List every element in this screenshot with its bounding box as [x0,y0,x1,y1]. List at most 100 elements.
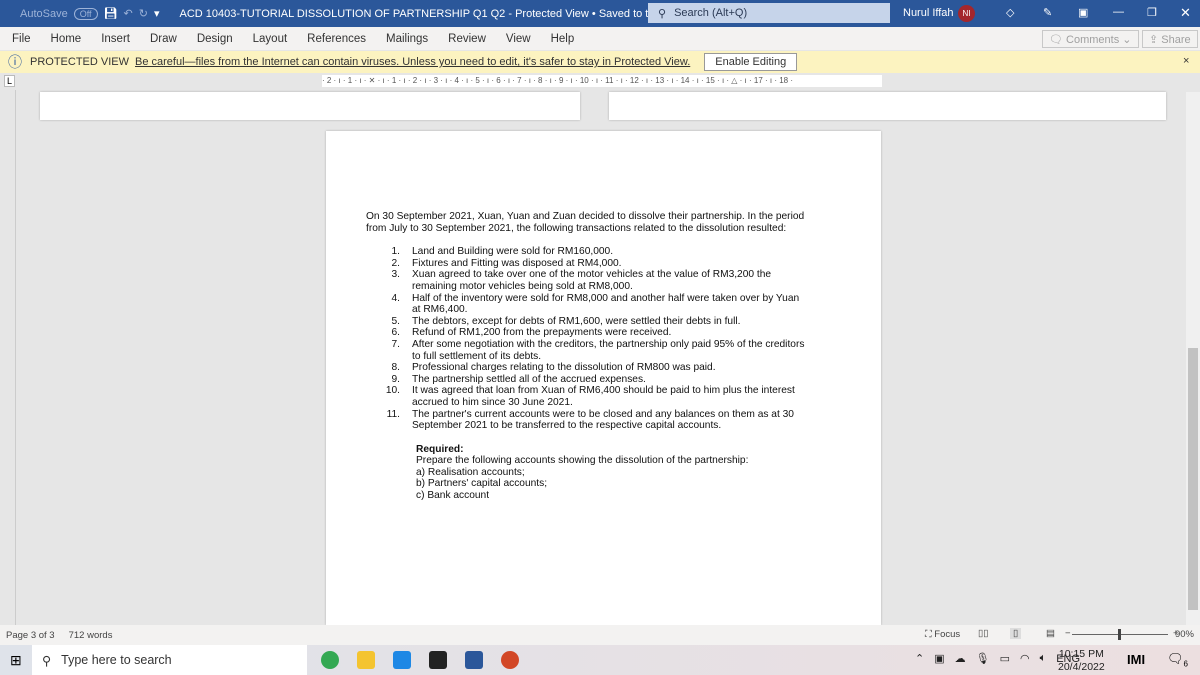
pen-icon[interactable]: ✎ [1043,6,1052,19]
zoom-out-icon[interactable]: − [1065,628,1071,639]
customize-icon[interactable]: ▾ [154,7,160,20]
tab-layout[interactable]: Layout [253,33,288,45]
vertical-scrollbar[interactable] [1186,92,1200,625]
zoom-level[interactable]: 90% [1175,629,1194,640]
save-icon[interactable]: 💾︎ [104,7,118,20]
close-icon[interactable]: ✕ [1180,5,1191,21]
horizontal-ruler[interactable]: · 2 · ı · 1 · ı · ✕ · ı · 1 · ı · 2 · ı … [322,75,882,87]
read-mode-icon[interactable]: ▯▯ [978,628,988,639]
list-item: 6. Refund of RM1,200 from the prepayments… [366,327,806,339]
title-bar: AutoSave Off 💾︎ ↶ ↻ ▾ ACD 10403-TUTORIAL… [0,0,1200,27]
word-icon[interactable] [465,651,483,669]
search-input[interactable]: ⚲ Search (Alt+Q) [648,3,890,23]
restore-icon[interactable]: ❐ [1147,6,1157,19]
powerpoint-icon[interactable] [501,651,519,669]
battery-icon[interactable]: ▭ [1000,652,1010,665]
webex-icon[interactable] [429,651,447,669]
file-explorer-icon[interactable] [357,651,375,669]
autosave-toggle[interactable]: Off [73,7,98,20]
required-heading: Required: [416,443,464,455]
close-bar-icon[interactable]: × [1183,55,1189,67]
comments-label: Comments [1066,34,1120,46]
taskbar-apps [312,651,528,669]
tab-view[interactable]: View [506,33,531,45]
user-name: Nurul Iffah [903,7,954,19]
item-number: 8. [391,362,401,374]
word-count[interactable]: 712 words [69,630,113,641]
comments-button[interactable]: 🗨︎ Comments ⌄ [1042,30,1139,48]
tab-mailings[interactable]: Mailings [386,33,428,45]
item-text: Land and Building were sold for RM160,00… [412,246,614,258]
chrome-icon[interactable] [321,651,339,669]
chevron-up-icon[interactable]: ⌃ [915,652,924,665]
share-button[interactable]: ⇪ Share [1142,30,1198,48]
info-shield-icon: ⓘ [8,54,22,70]
item-number: 11. [386,408,400,420]
tab-review[interactable]: Review [448,33,486,45]
tab-draw[interactable]: Draw [150,33,177,45]
transaction-list: 1. Land and Building were sold for RM160,… [366,246,806,432]
tab-file[interactable]: File [12,33,31,45]
notifications-icon[interactable]: 🗨︎6 [1167,651,1188,669]
tab-references[interactable]: References [307,33,366,45]
search-icon: ⚲ [658,7,667,20]
avatar[interactable]: NI [958,5,975,22]
redo-icon[interactable]: ↻ [139,7,148,20]
part-c: c) Bank account [416,490,490,502]
item-text: Xuan agreed to take over one of the moto… [412,269,772,292]
item-text: It was agreed that loan from Xuan of RM6… [412,385,795,408]
status-bar: Page 3 of 3 712 words ⛶ Focus ▯▯ ▯ ▤ + −… [0,625,1200,645]
document-page: On 30 September 2021, Xuan, Yuan and Zua… [326,131,881,625]
part-a: a) Realisation accounts; [416,466,525,478]
list-item: 1. Land and Building were sold for RM160,… [366,246,806,258]
windows-start-icon[interactable]: ⊞ [10,652,22,669]
list-item: 7. After some negotiation with the credit… [366,339,806,362]
item-text: The debtors, except for debts of RM1,600… [412,315,741,327]
page-thumbnail-left [40,92,580,120]
minimize-icon[interactable]: — [1113,6,1124,18]
app-tray-icon[interactable]: IMI [1127,652,1145,667]
diamond-icon[interactable]: ◇ [1006,6,1014,19]
list-item: 8. Professional charges relating to the d… [366,362,806,374]
wifi-icon[interactable]: ◠ [1020,652,1030,665]
web-layout-icon[interactable]: ▤ [1046,628,1055,639]
clock[interactable]: 10:15 PM 20/4/2022 [1058,648,1105,674]
volume-icon[interactable]: 🔈︎ [1040,652,1047,665]
protected-view-bar: ⓘ PROTECTED VIEW Be careful—files from t… [0,51,1200,73]
undo-icon[interactable]: ↶ [124,7,133,20]
mail-icon[interactable] [393,651,411,669]
item-number: 6. [391,327,401,339]
enable-editing-button[interactable]: Enable Editing [704,53,798,71]
item-text: The partnership settled all of the accru… [412,373,646,385]
zoom-slider-thumb[interactable] [1118,629,1121,640]
item-number: 10. [385,385,400,397]
scrollbar-thumb[interactable] [1188,348,1198,610]
protected-view-message[interactable]: Be careful—files from the Internet can c… [135,56,690,68]
item-number: 4. [391,292,401,304]
time: 10:15 PM [1058,648,1104,660]
page-thumbnail-right [609,92,1166,120]
item-number: 7. [391,338,401,350]
tab-design[interactable]: Design [197,33,233,45]
tab-selector-icon[interactable]: L [4,75,16,87]
tab-home[interactable]: Home [51,33,82,45]
camera-icon[interactable]: ▣ [934,652,944,665]
list-item: 2. Fixtures and Fitting was disposed at R… [366,258,806,270]
notification-count: 6 [1183,659,1188,669]
protected-view-label: PROTECTED VIEW [30,56,130,68]
vertical-ruler[interactable] [0,90,16,625]
item-text: Fixtures and Fitting was disposed at RM4… [412,257,622,269]
taskbar-search-input[interactable]: ⚲ Type here to search [32,645,307,675]
item-text: Professional charges relating to the dis… [412,362,716,374]
item-number: 1. [391,246,401,258]
print-layout-icon[interactable]: ▯ [1010,628,1022,639]
prepare-instruction: Prepare the following accounts showing t… [416,455,749,467]
cloud-icon[interactable]: ☁ [955,652,966,665]
tab-help[interactable]: Help [551,33,575,45]
page-count[interactable]: Page 3 of 3 [6,630,55,641]
share-label: Share [1161,34,1191,46]
focus-button[interactable]: ⛶ Focus [925,629,960,640]
microphone-icon[interactable]: 🎙︎ [976,652,990,665]
tab-insert[interactable]: Insert [101,33,130,45]
ribbon-display-icon[interactable]: ▣ [1078,6,1088,19]
